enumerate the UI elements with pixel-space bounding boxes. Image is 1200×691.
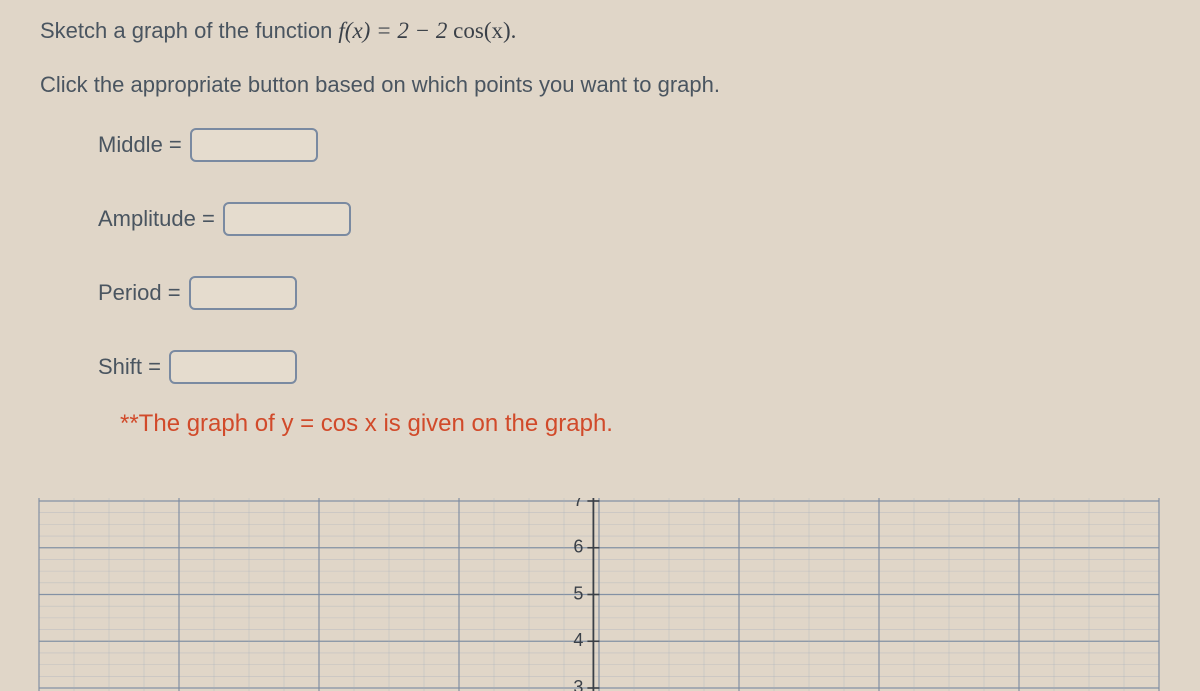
amplitude-label: Amplitude =: [98, 206, 215, 232]
shift-row: Shift =: [98, 350, 1160, 384]
instruction-text: Click the appropriate button based on wh…: [40, 72, 1160, 98]
graph-svg: 7 6 5 4 3: [38, 498, 1160, 691]
shift-input[interactable]: [169, 350, 297, 384]
middle-row: Middle =: [98, 128, 1160, 162]
graph-area[interactable]: 7 6 5 4 3: [38, 498, 1160, 691]
problem-statement: Sketch a graph of the function f(x) = 2 …: [40, 18, 1160, 44]
svg-text:5: 5: [573, 583, 583, 603]
middle-input[interactable]: [190, 128, 318, 162]
shift-label: Shift =: [98, 354, 161, 380]
graph-hint: **The graph of y = cos x is given on the…: [120, 410, 1160, 438]
amplitude-row: Amplitude =: [98, 202, 1160, 236]
problem-equation: f(x) = 2 − 2 cos(x).: [338, 18, 516, 43]
middle-label: Middle =: [98, 132, 182, 158]
amplitude-input[interactable]: [223, 202, 351, 236]
svg-text:6: 6: [573, 537, 583, 557]
svg-text:3: 3: [573, 677, 583, 691]
svg-text:4: 4: [573, 630, 583, 650]
problem-prefix: Sketch a graph of the function: [40, 18, 338, 43]
period-input[interactable]: [189, 276, 297, 310]
period-label: Period =: [98, 280, 181, 306]
period-row: Period =: [98, 276, 1160, 310]
svg-text:7: 7: [573, 498, 583, 510]
